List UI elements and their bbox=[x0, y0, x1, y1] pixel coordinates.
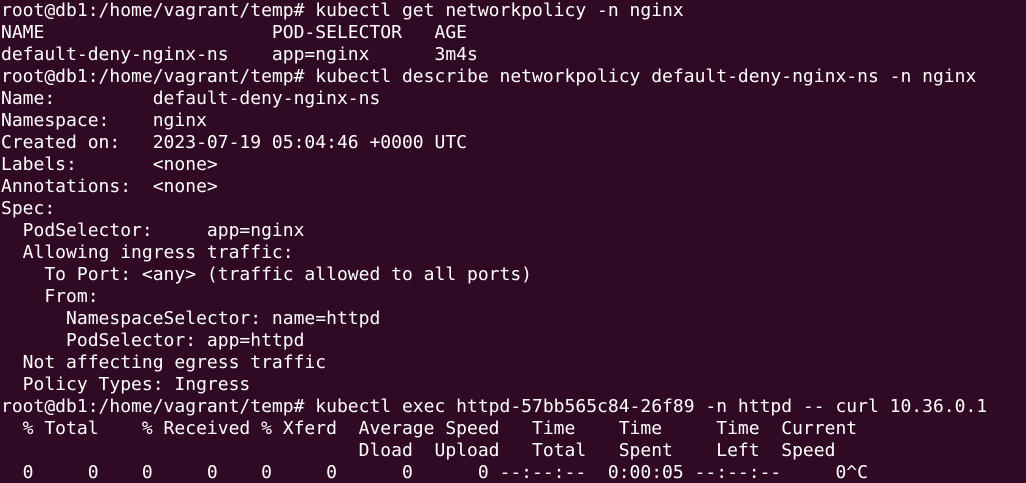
curl-progress-header: % Total % Received % Xferd Average Speed… bbox=[1, 418, 858, 439]
describe-annotations: Annotations: <none> bbox=[1, 176, 218, 197]
describe-allowing-ingress: Allowing ingress traffic: bbox=[1, 242, 294, 263]
describe-namespace: Namespace: nginx bbox=[1, 110, 207, 131]
describe-from: From: bbox=[1, 286, 99, 307]
describe-created-on: Created on: 2023-07-19 05:04:46 +0000 UT… bbox=[1, 132, 467, 153]
describe-from-pod-selector: PodSelector: app=httpd bbox=[1, 330, 305, 351]
command-prompt-exec-curl: root@db1:/home/vagrant/temp# kubectl exe… bbox=[1, 396, 988, 417]
describe-pod-selector: PodSelector: app=nginx bbox=[1, 220, 305, 241]
networkpolicy-table-header: NAME POD-SELECTOR AGE bbox=[1, 22, 467, 43]
describe-name: Name: default-deny-nginx-ns bbox=[1, 88, 381, 109]
describe-spec: Spec: bbox=[1, 198, 56, 219]
networkpolicy-table-row: default-deny-nginx-ns app=nginx 3m4s bbox=[1, 44, 478, 65]
describe-labels: Labels: <none> bbox=[1, 154, 218, 175]
command-prompt-describe-networkpolicy: root@db1:/home/vagrant/temp# kubectl des… bbox=[1, 66, 977, 87]
describe-namespace-selector: NamespaceSelector: name=httpd bbox=[1, 308, 381, 329]
command-prompt-get-networkpolicy: root@db1:/home/vagrant/temp# kubectl get… bbox=[1, 0, 684, 21]
describe-policy-types: Policy Types: Ingress bbox=[1, 374, 251, 395]
terminal-window[interactable]: root@db1:/home/vagrant/temp# kubectl get… bbox=[0, 0, 1026, 483]
describe-egress: Not affecting egress traffic bbox=[1, 352, 327, 373]
curl-progress-subheader: Dload Upload Total Spent Left Speed bbox=[1, 440, 836, 461]
curl-progress-row: 0 0 0 0 0 0 0 0 --:--:-- 0:00:05 --:--:-… bbox=[1, 462, 868, 483]
describe-to-port: To Port: <any> (traffic allowed to all p… bbox=[1, 264, 533, 285]
